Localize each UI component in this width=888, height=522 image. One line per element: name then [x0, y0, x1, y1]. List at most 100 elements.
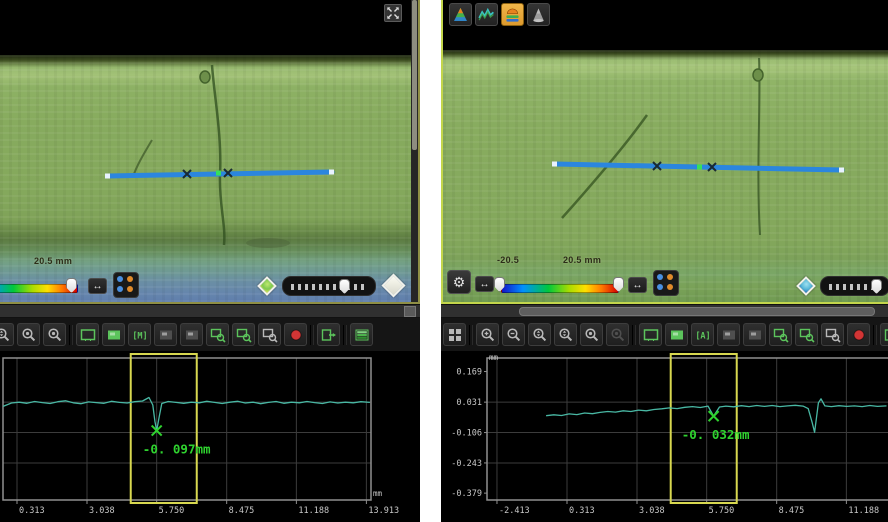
layer-view-button[interactable]: [501, 3, 524, 26]
grid-icon: [447, 327, 463, 343]
region-zoom-1-button[interactable]: [769, 323, 792, 346]
range-fit-button[interactable]: ↔: [88, 278, 107, 294]
depth-scale-label: 20.5 mm: [34, 256, 72, 266]
scrollbar-end-button[interactable]: [404, 306, 416, 317]
region-zoom-3-button[interactable]: [258, 323, 281, 346]
option-dot-icon: [657, 274, 663, 280]
zoom-point-button[interactable]: [17, 323, 40, 346]
line-midpoint[interactable]: [216, 171, 221, 176]
range-fit-glyph: ↔: [480, 279, 490, 290]
export-image-button[interactable]: [317, 323, 340, 346]
tool-disabled-1-button[interactable]: [717, 323, 740, 346]
option-dot-icon: [667, 284, 673, 290]
magm-icon: [506, 327, 522, 343]
right-scan-viewport[interactable]: ⚙ ↔ -20.5 20.5 mm ↔: [441, 0, 888, 304]
region-zoom-3-button[interactable]: [821, 323, 844, 346]
zoom-pan-button[interactable]: [528, 323, 551, 346]
range-fit-button-2[interactable]: ↔: [628, 277, 647, 293]
display-options-button[interactable]: [113, 272, 139, 298]
vertical-scrollbar[interactable]: [411, 0, 418, 302]
colormap-button[interactable]: [350, 323, 373, 346]
zoom-area-button[interactable]: [43, 323, 66, 346]
horizontal-scrollbar[interactable]: [441, 304, 888, 318]
left-toolbar: [M]: [0, 318, 420, 352]
mountain-icon: [451, 5, 470, 24]
toolbar-separator: [69, 325, 73, 345]
range-max-label: 20.5 mm: [563, 255, 601, 265]
profile-icon: [477, 5, 496, 24]
line-endpoint[interactable]: [552, 162, 557, 167]
line-midpoint[interactable]: [697, 165, 702, 170]
y-tick-label: 0.169: [456, 368, 482, 378]
record-icon: [288, 327, 304, 343]
shape-3d-view-button[interactable]: [527, 3, 550, 26]
maga-icon: [0, 327, 11, 343]
color-scale-bar: [501, 284, 619, 293]
zoom-in-button[interactable]: [476, 323, 499, 346]
svg-text:[M]: [M]: [132, 331, 147, 341]
tool-disabled-2-button[interactable]: [743, 323, 766, 346]
x-axis-ticks: 0.3133.0385.7508.47511.18813.913: [17, 500, 399, 516]
line-endpoint[interactable]: [329, 170, 334, 175]
range-fit-glyph: ↔: [93, 281, 103, 292]
position-slider[interactable]: [282, 276, 376, 296]
right-profile-chart: -2.4130.3133.0385.7508.47511.1880.1690.0…: [441, 352, 888, 522]
zoom-fit-button[interactable]: [554, 323, 577, 346]
option-dot-icon: [657, 284, 663, 290]
image-icon: [721, 327, 737, 343]
fit-screen-button[interactable]: [639, 323, 662, 346]
roi-selection-box[interactable]: [131, 354, 197, 503]
image-view-button[interactable]: [665, 323, 688, 346]
horizontal-scrollbar-thumb[interactable]: [519, 307, 875, 316]
toolbar-separator: [310, 325, 314, 345]
left-scan-viewport[interactable]: 20.5 mm ↔: [0, 0, 420, 304]
grid-settings-button[interactable]: [443, 323, 466, 346]
auto-mode-button[interactable]: [A]: [691, 323, 714, 346]
scratch-mark: [212, 65, 224, 245]
rectmag-icon: [210, 327, 226, 343]
x-tick-label: 13.913: [368, 506, 399, 516]
expand-view-button[interactable]: [384, 4, 402, 22]
region-zoom-2-button[interactable]: [795, 323, 818, 346]
fit-screen-button[interactable]: [76, 323, 99, 346]
depth-marker-cross: [709, 411, 719, 421]
zoom-area-button[interactable]: [606, 323, 629, 346]
option-dot-icon: [117, 286, 123, 292]
zoom-out-button[interactable]: [502, 323, 525, 346]
record-button[interactable]: [284, 323, 307, 346]
line-endpoint[interactable]: [839, 168, 844, 173]
measure-mode-button[interactable]: [M]: [128, 323, 151, 346]
x-tick-label: 11.188: [298, 506, 329, 516]
range-fit-button[interactable]: ↔: [475, 276, 494, 292]
position-slider-pin[interactable]: [339, 279, 350, 294]
x-tick-label: 11.188: [848, 506, 879, 516]
x-tick-label: 8.475: [779, 506, 805, 516]
range-min-label: -20.5: [497, 255, 519, 265]
position-slider-pin[interactable]: [871, 279, 882, 294]
option-dot-icon: [127, 286, 133, 292]
y-tick-label: -0.106: [451, 429, 482, 439]
height-map-view-button[interactable]: [449, 3, 472, 26]
zoom-pan-button[interactable]: [0, 323, 14, 346]
zoom-point-button[interactable]: [580, 323, 603, 346]
tool-disabled-1-button[interactable]: [154, 323, 177, 346]
image-view-button[interactable]: [102, 323, 125, 346]
line-endpoint[interactable]: [105, 174, 110, 179]
record-button[interactable]: [847, 323, 870, 346]
position-slider[interactable]: [820, 276, 888, 296]
export-image-button[interactable]: [880, 323, 888, 346]
measurement-line[interactable]: [552, 162, 844, 173]
x-tick-label: 0.313: [19, 506, 45, 516]
region-zoom-1-button[interactable]: [206, 323, 229, 346]
settings-button[interactable]: ⚙: [447, 270, 471, 294]
dual-view-workspace: 20.5 mm ↔ [M] 0.3133.0385.7508.47511.188…: [0, 0, 888, 522]
region-zoom-2-button[interactable]: [232, 323, 255, 346]
vertical-scrollbar-thumb[interactable]: [412, 0, 417, 150]
toolbar-separator: [469, 325, 473, 345]
profile-view-button[interactable]: [475, 3, 498, 26]
option-dot-icon: [117, 276, 123, 282]
display-options-button[interactable]: [653, 270, 679, 296]
rectmag-icon: [799, 327, 815, 343]
horizontal-scrollbar[interactable]: [0, 304, 420, 318]
tool-disabled-2-button[interactable]: [180, 323, 203, 346]
